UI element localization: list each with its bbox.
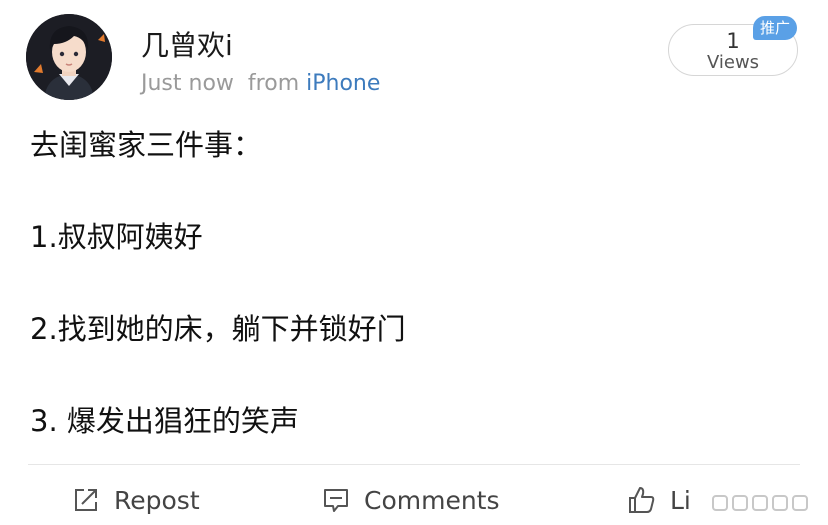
views-label: Views xyxy=(706,52,760,73)
comments-label: Comments xyxy=(364,485,500,515)
divider xyxy=(28,464,800,465)
post-line: 1.叔叔阿姨好 xyxy=(30,220,203,254)
comments-button[interactable]: Comments xyxy=(322,480,500,520)
thumbs-up-icon xyxy=(629,487,655,513)
post-line: 3. 爆发出猖狂的笑声 xyxy=(30,404,299,438)
post-meta: Just now from iPhone xyxy=(141,71,380,96)
promote-badge[interactable]: 推广 xyxy=(753,16,797,40)
avatar-image xyxy=(26,14,112,100)
like-label: Li xyxy=(670,485,691,515)
repost-icon xyxy=(75,489,97,511)
post-body: 去闺蜜家三件事： 1.叔叔阿姨好 2.找到她的床，躺下并锁好门 3. 爆发出猖狂… xyxy=(30,125,406,441)
author-name[interactable]: 几曾欢i xyxy=(141,24,233,64)
source-label: from xyxy=(247,71,300,96)
post-line: 2.找到她的床，躺下并锁好门 xyxy=(30,312,406,346)
repost-label: Repost xyxy=(114,485,200,515)
like-button[interactable]: Li xyxy=(626,480,691,520)
source-device-link[interactable]: iPhone xyxy=(306,71,380,96)
post-line: 去闺蜜家三件事： xyxy=(30,128,263,162)
post-time: Just now xyxy=(141,71,234,96)
repost-button[interactable]: Repost xyxy=(72,480,200,520)
avatar[interactable] xyxy=(26,14,112,100)
comments-icon xyxy=(324,489,348,512)
watermark-logo xyxy=(712,495,808,511)
